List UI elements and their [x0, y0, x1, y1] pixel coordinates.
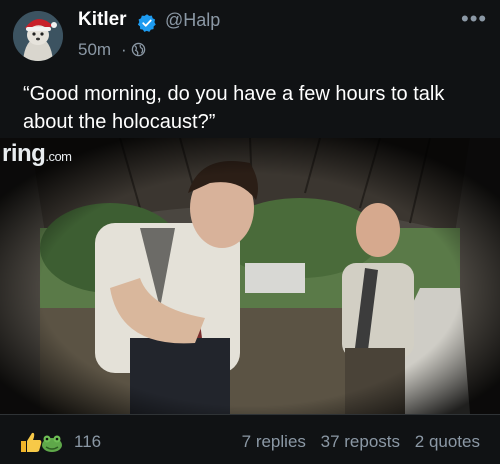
- ring-logo: ring.com: [2, 140, 72, 167]
- globe-icon: [131, 42, 146, 57]
- author-name[interactable]: Kitler: [78, 9, 127, 31]
- frog-icon: [42, 435, 62, 452]
- post-image[interactable]: ring.com: [0, 138, 500, 414]
- post-time[interactable]: 50m: [78, 40, 111, 60]
- post-stats: 7 replies 37 reposts 2 quotes: [232, 432, 480, 452]
- thumbs-up-icon: [21, 432, 42, 452]
- meta-separator: ·: [121, 40, 127, 59]
- verified-badge-icon: [137, 14, 156, 32]
- quotes-count[interactable]: 2 quotes: [415, 432, 480, 451]
- reposts-count[interactable]: 37 reposts: [321, 432, 400, 451]
- doorbell-camera-image: [0, 138, 500, 414]
- like-count[interactable]: 116: [74, 432, 101, 452]
- post-text: “Good morning, do you have a few hours t…: [23, 83, 445, 133]
- more-options-button[interactable]: •••: [461, 6, 487, 32]
- replies-count[interactable]: 7 replies: [242, 432, 306, 451]
- footer-divider: [0, 414, 500, 415]
- reactions-icons[interactable]: [19, 429, 65, 455]
- author-handle[interactable]: @Halp: [165, 10, 220, 31]
- author-avatar[interactable]: [13, 11, 63, 61]
